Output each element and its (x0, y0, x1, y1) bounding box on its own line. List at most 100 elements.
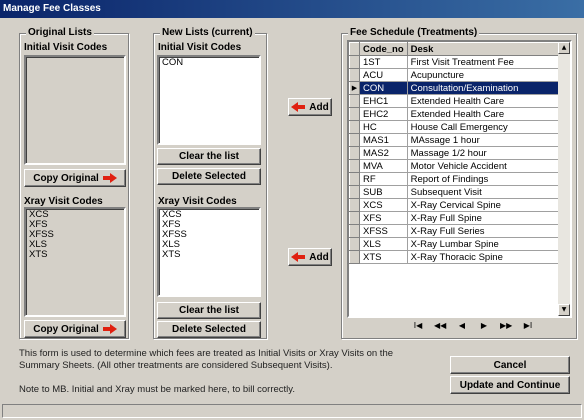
row-indicator[interactable] (349, 172, 360, 186)
table-row[interactable]: MVA Motor Vehicle Accident (349, 159, 560, 173)
scroll-up-icon[interactable]: ▲ (558, 42, 570, 54)
row-indicator[interactable] (349, 146, 360, 160)
clear-xray-label: Clear the list (178, 305, 240, 316)
row-indicator[interactable] (349, 237, 360, 251)
next-record-icon[interactable]: ▶ (478, 321, 490, 330)
cell-desk[interactable]: Report of Findings (407, 172, 560, 186)
fee-schedule-grid[interactable]: Code_no Desk 1ST First Visit Treatment Fe… (347, 40, 572, 318)
row-indicator[interactable] (349, 120, 360, 134)
current-xray-list[interactable]: XCS XFS XFSS XLS XTS (157, 207, 261, 297)
current-row-pointer-icon[interactable]: ▶ (349, 81, 360, 95)
table-row[interactable]: RF Report of Findings (349, 172, 560, 186)
cell-desk[interactable]: House Call Emergency (407, 120, 560, 134)
copy-original-initial-button[interactable]: Copy Original (24, 169, 126, 187)
row-indicator[interactable] (349, 159, 360, 173)
table-row[interactable]: ▶ CON Consultation/Examination (349, 81, 560, 95)
cell-desk[interactable]: Subsequent Visit (407, 185, 560, 199)
cell-desk[interactable]: Acupuncture (407, 68, 560, 82)
table-row[interactable]: XCS X-Ray Cervical Spine (349, 198, 560, 212)
delete-initial-button[interactable]: Delete Selected (157, 168, 261, 185)
row-indicator[interactable] (349, 107, 360, 121)
scroll-down-icon[interactable]: ▼ (558, 304, 570, 316)
cancel-button[interactable]: Cancel (450, 356, 570, 374)
record-navigator: I◀ ◀◀ ◀ ▶ ▶▶ ▶I (412, 321, 534, 330)
table-row[interactable]: XFS X-Ray Full Spine (349, 211, 560, 225)
row-indicator[interactable] (349, 55, 360, 69)
cell-desk[interactable]: Extended Health Care (407, 107, 560, 121)
cell-desk[interactable]: X-Ray Full Series (407, 224, 560, 238)
table-row[interactable]: MAS2 Massage 1/2 hour (349, 146, 560, 160)
current-initial-list[interactable]: CON (157, 55, 261, 145)
table-row[interactable]: EHC1 Extended Health Care (349, 94, 560, 108)
copy-original-xray-button[interactable]: Copy Original (24, 320, 126, 338)
arrow-left-icon (291, 252, 306, 262)
row-indicator[interactable] (349, 250, 360, 264)
cell-code[interactable]: MAS2 (359, 146, 408, 160)
cell-code[interactable]: SUB (359, 185, 408, 199)
cell-code[interactable]: ACU (359, 68, 408, 82)
note-line-3: Note to MB. Initial and Xray must be mar… (19, 384, 295, 395)
list-item[interactable]: CON (162, 58, 256, 68)
table-row[interactable]: SUB Subsequent Visit (349, 185, 560, 199)
cell-code[interactable]: XTS (359, 250, 408, 264)
row-indicator[interactable] (349, 198, 360, 212)
clear-xray-button[interactable]: Clear the list (157, 302, 261, 319)
table-row[interactable]: EHC2 Extended Health Care (349, 107, 560, 121)
list-item[interactable]: XTS (162, 250, 256, 260)
prev-record-icon[interactable]: ◀ (456, 321, 468, 330)
cell-desk[interactable]: X-Ray Thoracic Spine (407, 250, 560, 264)
row-indicator[interactable] (349, 133, 360, 147)
cell-desk[interactable]: First Visit Treatment Fee (407, 55, 560, 69)
cell-code[interactable]: HC (359, 120, 408, 134)
grid-vertical-scrollbar[interactable]: ▲ ▼ (558, 42, 570, 316)
next-page-icon[interactable]: ▶▶ (500, 321, 512, 330)
note-line-1: This form is used to determine which fee… (19, 348, 394, 359)
cell-code[interactable]: XCS (359, 198, 408, 212)
original-initial-list[interactable] (24, 55, 126, 165)
cell-desk[interactable]: Massage 1/2 hour (407, 146, 560, 160)
last-record-icon[interactable]: ▶I (522, 321, 534, 330)
cell-code[interactable]: 1ST (359, 55, 408, 69)
clear-initial-button[interactable]: Clear the list (157, 148, 261, 165)
cell-code[interactable]: EHC1 (359, 94, 408, 108)
update-continue-button[interactable]: Update and Continue (450, 376, 570, 394)
cell-desk[interactable]: MAssage 1 hour (407, 133, 560, 147)
cell-desk[interactable]: X-Ray Lumbar Spine (407, 237, 560, 251)
original-lists-title: Original Lists (26, 27, 94, 38)
table-row[interactable]: HC House Call Emergency (349, 120, 560, 134)
table-row[interactable]: XTS X-Ray Thoracic Spine (349, 250, 560, 264)
row-indicator[interactable] (349, 185, 360, 199)
row-indicator[interactable] (349, 211, 360, 225)
cell-desk[interactable]: Consultation/Examination (407, 81, 560, 95)
original-xray-list[interactable]: XCS XFS XFSS XLS XTS (24, 207, 126, 317)
cell-desk[interactable]: Extended Health Care (407, 94, 560, 108)
add-initial-button[interactable]: Add (288, 98, 332, 116)
column-header-code[interactable]: Code_no (359, 42, 408, 56)
cell-code[interactable]: XFS (359, 211, 408, 225)
cell-desk[interactable]: X-Ray Full Spine (407, 211, 560, 225)
add-xray-button[interactable]: Add (288, 248, 332, 266)
row-indicator[interactable] (349, 224, 360, 238)
cell-desk[interactable]: Motor Vehicle Accident (407, 159, 560, 173)
row-indicator[interactable] (349, 68, 360, 82)
list-item[interactable]: XTS (29, 250, 121, 260)
column-header-desk[interactable]: Desk (406, 42, 560, 56)
cell-code[interactable]: RF (359, 172, 408, 186)
delete-xray-button[interactable]: Delete Selected (157, 321, 261, 338)
table-row[interactable]: MAS1 MAssage 1 hour (349, 133, 560, 147)
cell-code[interactable]: MAS1 (359, 133, 408, 147)
first-record-icon[interactable]: I◀ (412, 321, 424, 330)
cell-code[interactable]: MVA (359, 159, 408, 173)
prev-page-icon[interactable]: ◀◀ (434, 321, 446, 330)
cell-code[interactable]: CON (359, 81, 408, 95)
cell-code[interactable]: EHC2 (359, 107, 408, 121)
cell-code[interactable]: XFSS (359, 224, 408, 238)
add-xray-label: Add (309, 251, 329, 263)
table-row[interactable]: ACU Acupuncture (349, 68, 560, 82)
cell-code[interactable]: XLS (359, 237, 408, 251)
table-row[interactable]: XLS X-Ray Lumbar Spine (349, 237, 560, 251)
table-row[interactable]: 1ST First Visit Treatment Fee (349, 55, 560, 69)
row-indicator[interactable] (349, 94, 360, 108)
cell-desk[interactable]: X-Ray Cervical Spine (407, 198, 560, 212)
table-row[interactable]: XFSS X-Ray Full Series (349, 224, 560, 238)
